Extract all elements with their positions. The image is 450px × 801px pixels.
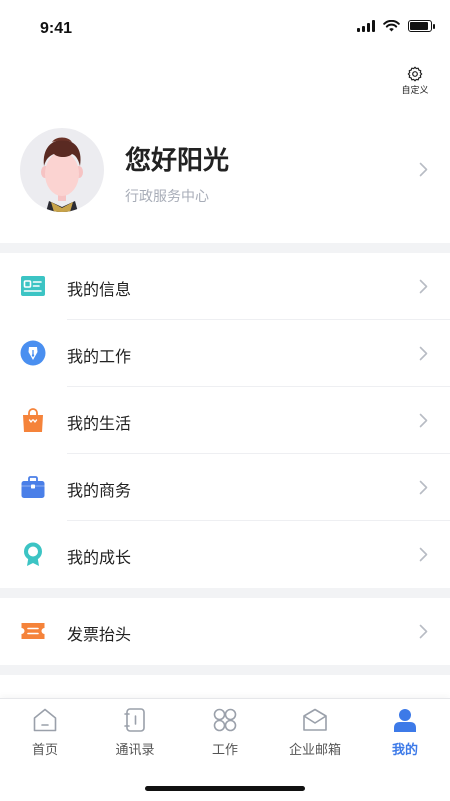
- profile-card[interactable]: 您好阳光 行政服务中心: [0, 120, 450, 224]
- avatar-illustration: [41, 137, 83, 212]
- avatar[interactable]: [20, 128, 104, 212]
- tab-label: 首页: [31, 743, 58, 758]
- menu-item-invoice-title[interactable]: 发票抬头: [0, 598, 450, 665]
- profile-department: 行政服务中心: [125, 189, 209, 205]
- menu-item-partial[interactable]: [0, 675, 450, 698]
- tab-mine[interactable]: 我的: [360, 707, 450, 758]
- profile-name: 您好阳光: [125, 146, 230, 176]
- status-icons: [357, 20, 435, 32]
- menu-item-my-life[interactable]: 我的生活: [0, 387, 450, 454]
- award-badge-icon: [24, 542, 42, 566]
- tab-home[interactable]: 首页: [0, 707, 90, 758]
- chevron-right-icon: [419, 480, 428, 495]
- tab-work[interactable]: 工作: [180, 707, 270, 758]
- status-bar: 9:41: [0, 0, 450, 56]
- tab-label: 工作: [211, 743, 238, 758]
- shopping-bag-icon: [23, 408, 43, 432]
- menu-item-my-work[interactable]: 我的工作: [0, 320, 450, 387]
- chevron-right-icon: [419, 413, 428, 428]
- tab-label: 企业邮箱: [288, 743, 341, 758]
- chevron-right-icon: [419, 162, 428, 177]
- apps-grid-icon: [213, 708, 237, 732]
- pen-nib-icon: [20, 340, 46, 366]
- menu-label: 我的信息: [67, 280, 132, 299]
- contacts-icon: [124, 708, 145, 732]
- chevron-right-icon: [419, 346, 428, 361]
- chevron-right-icon: [419, 547, 428, 562]
- menu-item-my-info[interactable]: 我的信息: [0, 253, 450, 320]
- menu-label: 我的商务: [67, 481, 132, 500]
- tab-mail[interactable]: 企业邮箱: [270, 707, 360, 758]
- home-icon: [33, 708, 57, 732]
- section-separator: [0, 665, 450, 675]
- section-separator: [0, 243, 450, 253]
- customize-button[interactable]: 自定义: [400, 66, 430, 96]
- home-indicator: [145, 786, 305, 791]
- mail-icon: [303, 708, 327, 731]
- customize-label: 自定义: [401, 86, 429, 96]
- menu-label: 我的工作: [67, 347, 132, 366]
- gear-icon: [407, 66, 423, 82]
- ticket-icon: [21, 623, 45, 639]
- menu-label: 发票抬头: [67, 625, 132, 644]
- menu-item-my-growth[interactable]: 我的成长: [0, 521, 450, 588]
- briefcase-icon: [21, 476, 45, 498]
- menu-item-my-business[interactable]: 我的商务: [0, 454, 450, 521]
- section-separator: [0, 588, 450, 598]
- chevron-right-icon: [419, 279, 428, 294]
- menu-label: 我的生活: [67, 414, 132, 433]
- chevron-right-icon: [419, 624, 428, 639]
- cellular-signal-icon: [357, 20, 375, 32]
- tab-label: 我的: [391, 743, 418, 758]
- id-card-icon: [21, 276, 45, 296]
- status-time: 9:41: [40, 20, 73, 37]
- battery-icon: [408, 20, 435, 32]
- wifi-icon: [383, 20, 400, 32]
- tab-contacts[interactable]: 通讯录: [90, 707, 180, 758]
- person-icon: [394, 709, 416, 732]
- menu-label: 我的成长: [67, 548, 132, 567]
- tab-label: 通讯录: [115, 743, 155, 758]
